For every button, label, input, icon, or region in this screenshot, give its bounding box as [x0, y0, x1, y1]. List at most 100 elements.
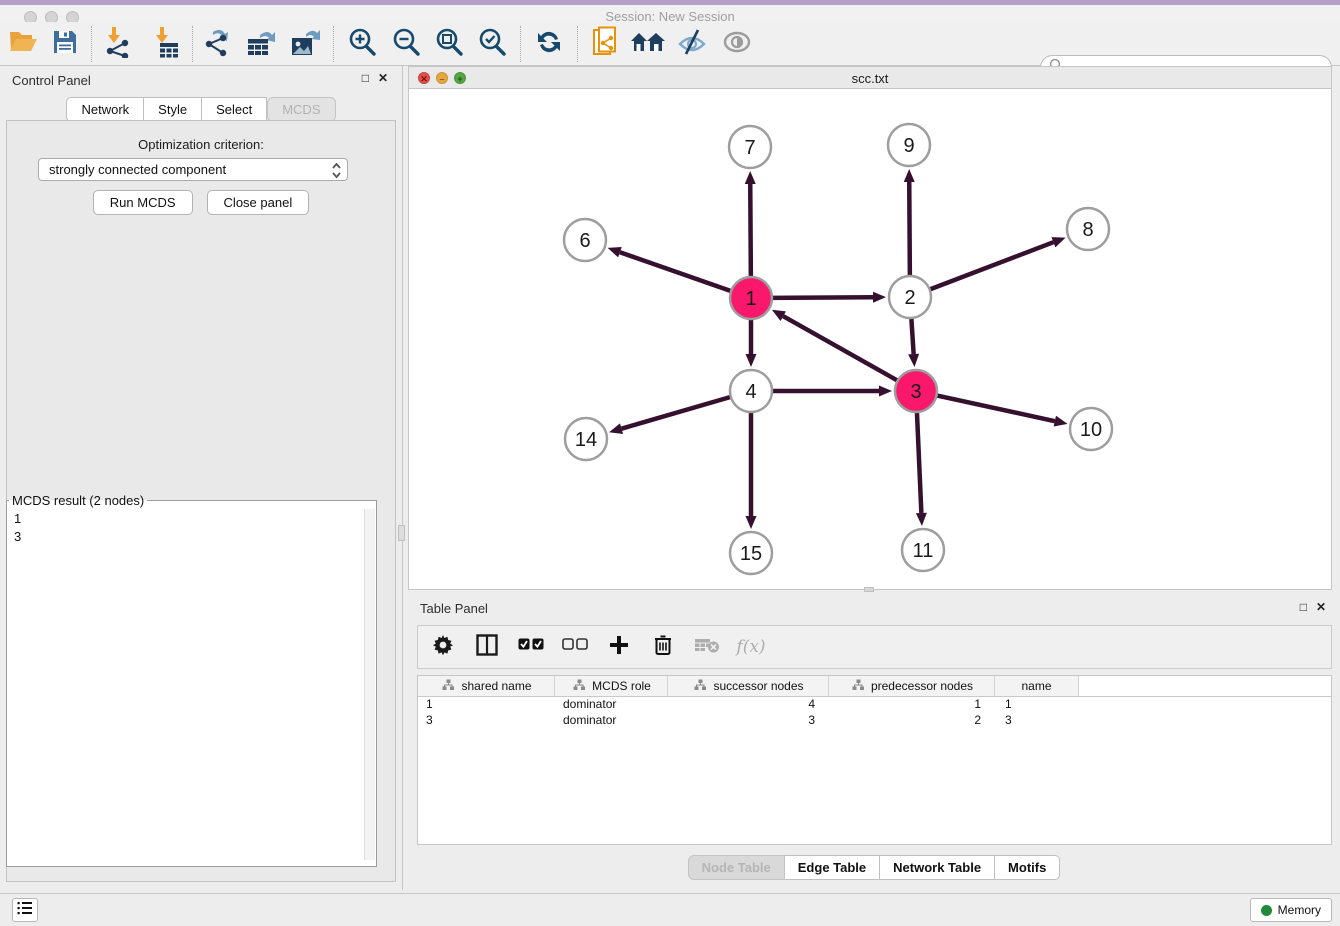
graph-edge-1-2[interactable] — [772, 297, 873, 298]
vertical-splitter-handle[interactable] — [398, 525, 405, 541]
column-header-name[interactable]: name — [995, 676, 1079, 696]
table-cell[interactable]: 1 — [995, 697, 1079, 713]
zoom-fit-button[interactable] — [432, 27, 466, 61]
export-image-button[interactable] — [288, 27, 322, 61]
graph-edge-1-6[interactable] — [620, 252, 731, 291]
table-cell[interactable]: 1 — [829, 697, 995, 713]
table-cell[interactable]: dominator — [555, 713, 668, 729]
deselect-all-columns-button[interactable] — [560, 632, 590, 662]
show-panels-button[interactable] — [12, 898, 38, 922]
graph-node-label: 8 — [1082, 219, 1093, 241]
tab-style[interactable]: Style — [144, 97, 202, 122]
table-settings-button[interactable] — [428, 632, 458, 662]
table-cell[interactable]: 2 — [829, 713, 995, 729]
memory-button[interactable]: Memory — [1250, 898, 1332, 922]
import-network-button[interactable] — [101, 27, 135, 61]
graph-edge-4-14[interactable] — [622, 397, 731, 429]
graph-node-label: 6 — [579, 230, 590, 252]
table-header-row: shared nameMCDS rolesuccessor nodes prede… — [418, 676, 1331, 697]
graph-edge-3-11[interactable] — [917, 412, 921, 513]
show-graphics-details-button — [720, 27, 754, 61]
zoom-fit-icon — [434, 27, 464, 62]
tab-select[interactable]: Select — [202, 97, 267, 122]
column-header-predecessor-nodes[interactable]: predecessor nodes — [829, 676, 995, 696]
graph-node-label: 9 — [903, 135, 914, 157]
network-overview-button[interactable] — [588, 27, 622, 61]
save-session-button[interactable] — [48, 27, 82, 61]
float-window-icon[interactable]: □ — [1300, 601, 1307, 613]
trash-icon — [654, 634, 672, 661]
tab-network[interactable]: Network — [66, 97, 144, 122]
hierarchy-icon — [573, 679, 586, 694]
network-canvas[interactable]: 7968124314101511 — [409, 89, 1331, 589]
delete-column-button[interactable] — [648, 632, 678, 662]
zoom-out-button[interactable] — [389, 27, 423, 61]
table-toolbar: f(x) — [417, 625, 1332, 669]
tab-node-table[interactable]: Node Table — [688, 855, 785, 880]
memory-label: Memory — [1278, 903, 1321, 917]
graph-edge-1-7[interactable] — [750, 184, 751, 277]
graph-node-label: 3 — [910, 381, 921, 403]
select-all-columns-button[interactable] — [516, 632, 546, 662]
optimization-criterion-label: Optimization criterion: — [0, 137, 402, 152]
zoom-in-button[interactable] — [345, 27, 379, 61]
open-file-button[interactable] — [6, 27, 40, 61]
column-header-successor-nodes[interactable]: successor nodes — [668, 676, 829, 696]
column-header-shared-name[interactable]: shared name — [418, 676, 555, 696]
graph-edge-3-1[interactable] — [783, 316, 897, 381]
graph-edge-2-9[interactable] — [909, 182, 910, 276]
result-scrollbar[interactable] — [364, 509, 375, 860]
column-header-label: predecessor nodes — [871, 679, 973, 693]
horizontal-splitter-handle[interactable] — [864, 587, 874, 592]
graph-edge-3-10[interactable] — [937, 395, 1055, 421]
tab-motifs[interactable]: Motifs — [995, 855, 1060, 880]
open-folder-icon — [8, 29, 38, 60]
table-body: 1dominator4113dominator323 — [418, 697, 1331, 729]
tab-edge-table[interactable]: Edge Table — [785, 855, 880, 880]
graph-edge-2-3[interactable] — [911, 318, 913, 354]
export-network-button[interactable] — [201, 27, 235, 61]
table-row[interactable]: 3dominator323 — [418, 713, 1331, 729]
mcds-result-box: MCDS result (2 nodes) 13 — [6, 493, 377, 867]
tab-mcds[interactable]: MCDS — [267, 97, 335, 122]
close-panel-icon[interactable]: ✕ — [1316, 601, 1326, 613]
hide-graphics-details-button[interactable] — [675, 27, 709, 61]
edge-arrowhead — [1051, 237, 1065, 247]
close-panel-button[interactable]: Close panel — [207, 190, 310, 215]
create-column-button[interactable] — [604, 632, 634, 662]
table-cell[interactable]: 4 — [668, 697, 829, 713]
toggle-column-view-button[interactable] — [472, 632, 502, 662]
edge-arrowhead — [873, 292, 886, 303]
zoom-selected-button[interactable] — [475, 27, 509, 61]
table-cell[interactable]: dominator — [555, 697, 668, 713]
edge-arrowhead — [879, 386, 892, 397]
checked-boxes-icon — [518, 638, 544, 656]
float-window-icon[interactable]: □ — [362, 72, 369, 84]
home-button[interactable] — [631, 27, 665, 61]
table-row[interactable]: 1dominator411 — [418, 697, 1331, 713]
node-table[interactable]: shared nameMCDS rolesuccessor nodes prede… — [417, 675, 1332, 845]
apply-layout-button[interactable] — [532, 27, 566, 61]
mcds-result-title: MCDS result (2 nodes) — [9, 493, 147, 508]
mcds-result-line: 3 — [14, 528, 376, 546]
network-titlebar[interactable]: ✕ – + scc.txt — [409, 67, 1331, 89]
run-mcds-button[interactable]: Run MCDS — [93, 190, 193, 215]
import-table-button[interactable] — [149, 27, 183, 61]
table-cell[interactable]: 3 — [418, 713, 555, 729]
tab-network-table[interactable]: Network Table — [880, 855, 995, 880]
toolbar-separator — [192, 26, 193, 62]
delete-table-button — [692, 632, 722, 662]
criterion-select[interactable]: strongly connected component — [38, 158, 348, 181]
table-cell[interactable]: 3 — [995, 713, 1079, 729]
export-table-button[interactable] — [244, 27, 278, 61]
edge-arrowhead — [746, 354, 757, 367]
column-header-MCDS-role[interactable]: MCDS role — [555, 676, 668, 696]
network-graph[interactable]: 7968124314101511 — [409, 89, 1331, 589]
hierarchy-icon — [442, 679, 455, 694]
table-cell[interactable]: 1 — [418, 697, 555, 713]
toolbar-separator — [577, 26, 578, 62]
graph-edge-2-8[interactable] — [930, 242, 1054, 289]
close-panel-icon[interactable]: ✕ — [378, 72, 388, 84]
table-cell[interactable]: 3 — [668, 713, 829, 729]
toolbar-separator — [520, 26, 521, 62]
